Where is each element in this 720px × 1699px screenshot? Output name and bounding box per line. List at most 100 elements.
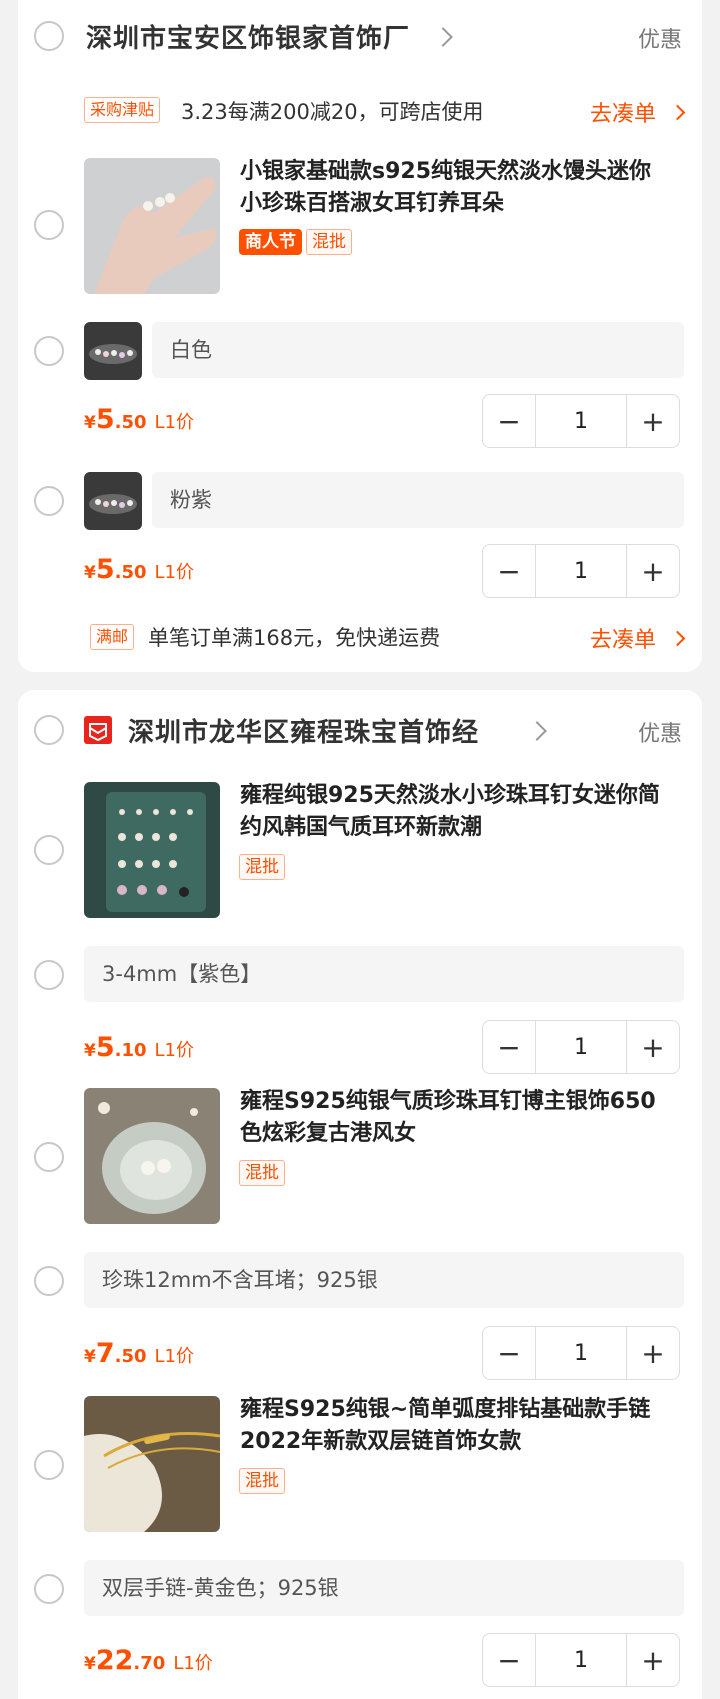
chevron-right-icon[interactable] [669,104,686,121]
product-thumbnail[interactable] [84,158,220,294]
shop-card-2: 深圳市龙华区雍程珠宝首饰经 优惠 雍程纯银925天然淡水小珍珠耳钉女迷你简约风韩… [18,690,702,1699]
plus-button[interactable]: + [627,395,679,447]
price-level: L1价 [154,412,195,433]
price-integer: 7 [95,1338,115,1369]
sku-price: ¥5.50 L1价 [84,554,194,585]
chevron-right-icon[interactable] [527,721,547,741]
price-decimal: .50 [114,562,147,583]
quantity-input[interactable]: 1 [535,1327,627,1379]
product-image [84,1088,220,1224]
add-items-link[interactable]: 去凑单 [590,622,656,654]
shop-logo-icon [84,716,112,744]
currency-symbol: ¥ [84,1347,96,1367]
sku-price: ¥22.70 L1价 [84,1645,213,1676]
currency-symbol: ¥ [84,1654,96,1674]
price-integer: 5 [95,554,115,585]
product-title[interactable]: 雍程S925纯银气质珍珠耳钉博主银饰650色炫彩复古港风女 [240,1086,660,1150]
price-decimal: .70 [133,1653,166,1674]
shop-name[interactable]: 深圳市龙华区雍程珠宝首饰经 [128,712,479,749]
product-image [84,158,220,294]
sku-select-checkbox[interactable] [34,486,64,516]
product-title[interactable]: 小银家基础款s925纯银天然淡水馒头迷你小珍珠百搭淑女耳钉养耳朵 [240,156,660,220]
price-level: L1价 [154,562,195,583]
product-title[interactable]: 雍程纯银925天然淡水小珍珠耳钉女迷你简约风韩国气质耳环新款潮 [240,780,660,844]
sku-price: ¥7.50 L1价 [84,1338,194,1369]
minus-button[interactable]: − [483,1634,535,1686]
shop-select-checkbox[interactable] [34,715,64,745]
promo-text: 3.23每满200减20，可跨店使用 [181,100,484,124]
chevron-right-icon[interactable] [669,630,686,647]
product-title[interactable]: 雍程S925纯银~简单弧度排钻基础款手链2022年新款双层链首饰女款 [240,1394,660,1458]
product-select-checkbox[interactable] [34,1450,64,1480]
shop-name[interactable]: 深圳市宝安区饰银家首饰厂 [86,18,410,55]
sku-image [84,472,142,530]
mixed-batch-tag: 混批 [306,229,352,255]
shop-select-checkbox[interactable] [34,21,64,51]
plus-button[interactable]: + [627,1634,679,1686]
quantity-input[interactable]: 1 [535,395,627,447]
price-decimal: .10 [114,1040,147,1061]
currency-symbol: ¥ [84,1041,96,1061]
price-decimal: .50 [114,1346,147,1367]
price-decimal: .50 [114,412,147,433]
add-items-link[interactable]: 去凑单 [590,96,656,128]
mixed-batch-tag: 混批 [239,854,285,880]
shipping-text: 单笔订单满168元，免快递运费 [148,626,441,650]
product-select-checkbox[interactable] [34,1142,64,1172]
mixed-batch-tag: 混批 [239,1160,285,1186]
merchant-festival-tag: 商人节 [239,229,302,255]
plus-button[interactable]: + [627,545,679,597]
product-select-checkbox[interactable] [34,210,64,240]
sku-selector[interactable]: 3-4mm【紫色】 [84,946,684,1002]
sku-select-checkbox[interactable] [34,1266,64,1296]
quantity-stepper: − 1 + [482,1633,680,1687]
price-integer: 5 [95,1032,115,1063]
product-thumbnail[interactable] [84,1396,220,1532]
sku-image [84,322,142,380]
mixed-batch-tag: 混批 [239,1468,285,1494]
price-level: L1价 [154,1040,195,1061]
minus-button[interactable]: − [483,1327,535,1379]
discount-link[interactable]: 优惠 [638,716,682,748]
minus-button[interactable]: − [483,395,535,447]
price-integer: 22 [95,1645,134,1676]
price-integer: 5 [95,404,115,435]
quantity-input[interactable]: 1 [535,1634,627,1686]
currency-symbol: ¥ [84,413,96,433]
sku-selector[interactable]: 珍珠12mm不含耳堵；925银 [84,1252,684,1308]
product-image [84,782,220,918]
sku-price: ¥5.50 L1价 [84,404,194,435]
product-thumbnail[interactable] [84,1088,220,1224]
plus-button[interactable]: + [627,1327,679,1379]
sku-select-checkbox[interactable] [34,1574,64,1604]
quantity-stepper: − 1 + [482,1326,680,1380]
quantity-input[interactable]: 1 [535,1021,627,1073]
shop-card-1: 深圳市宝安区饰银家首饰厂 优惠 采购津贴 3.23每满200减20，可跨店使用 … [18,0,702,672]
sku-selector[interactable]: 双层手链-黄金色；925银 [84,1560,684,1616]
shop-logo-svg [89,723,107,742]
minus-button[interactable]: − [483,1021,535,1073]
sku-thumbnail[interactable] [84,322,142,380]
sku-thumbnail[interactable] [84,472,142,530]
subsidy-tag: 采购津贴 [84,97,161,123]
quantity-stepper: − 1 + [482,544,680,598]
product-thumbnail[interactable] [84,782,220,918]
discount-link[interactable]: 优惠 [638,22,682,54]
price-level: L1价 [173,1653,213,1674]
sku-selector[interactable]: 白色 [152,322,684,378]
sku-price: ¥5.10 L1价 [84,1032,194,1063]
sku-select-checkbox[interactable] [34,960,64,990]
free-shipping-tag: 满邮 [90,624,135,650]
chevron-right-icon[interactable] [433,27,453,47]
sku-selector[interactable]: 粉紫 [152,472,684,528]
product-select-checkbox[interactable] [34,835,64,865]
price-level: L1价 [154,1346,195,1367]
quantity-stepper: − 1 + [482,394,680,448]
quantity-stepper: − 1 + [482,1020,680,1074]
minus-button[interactable]: − [483,545,535,597]
quantity-input[interactable]: 1 [535,545,627,597]
sku-select-checkbox[interactable] [34,336,64,366]
currency-symbol: ¥ [84,563,96,583]
plus-button[interactable]: + [627,1021,679,1073]
product-image [84,1396,220,1532]
